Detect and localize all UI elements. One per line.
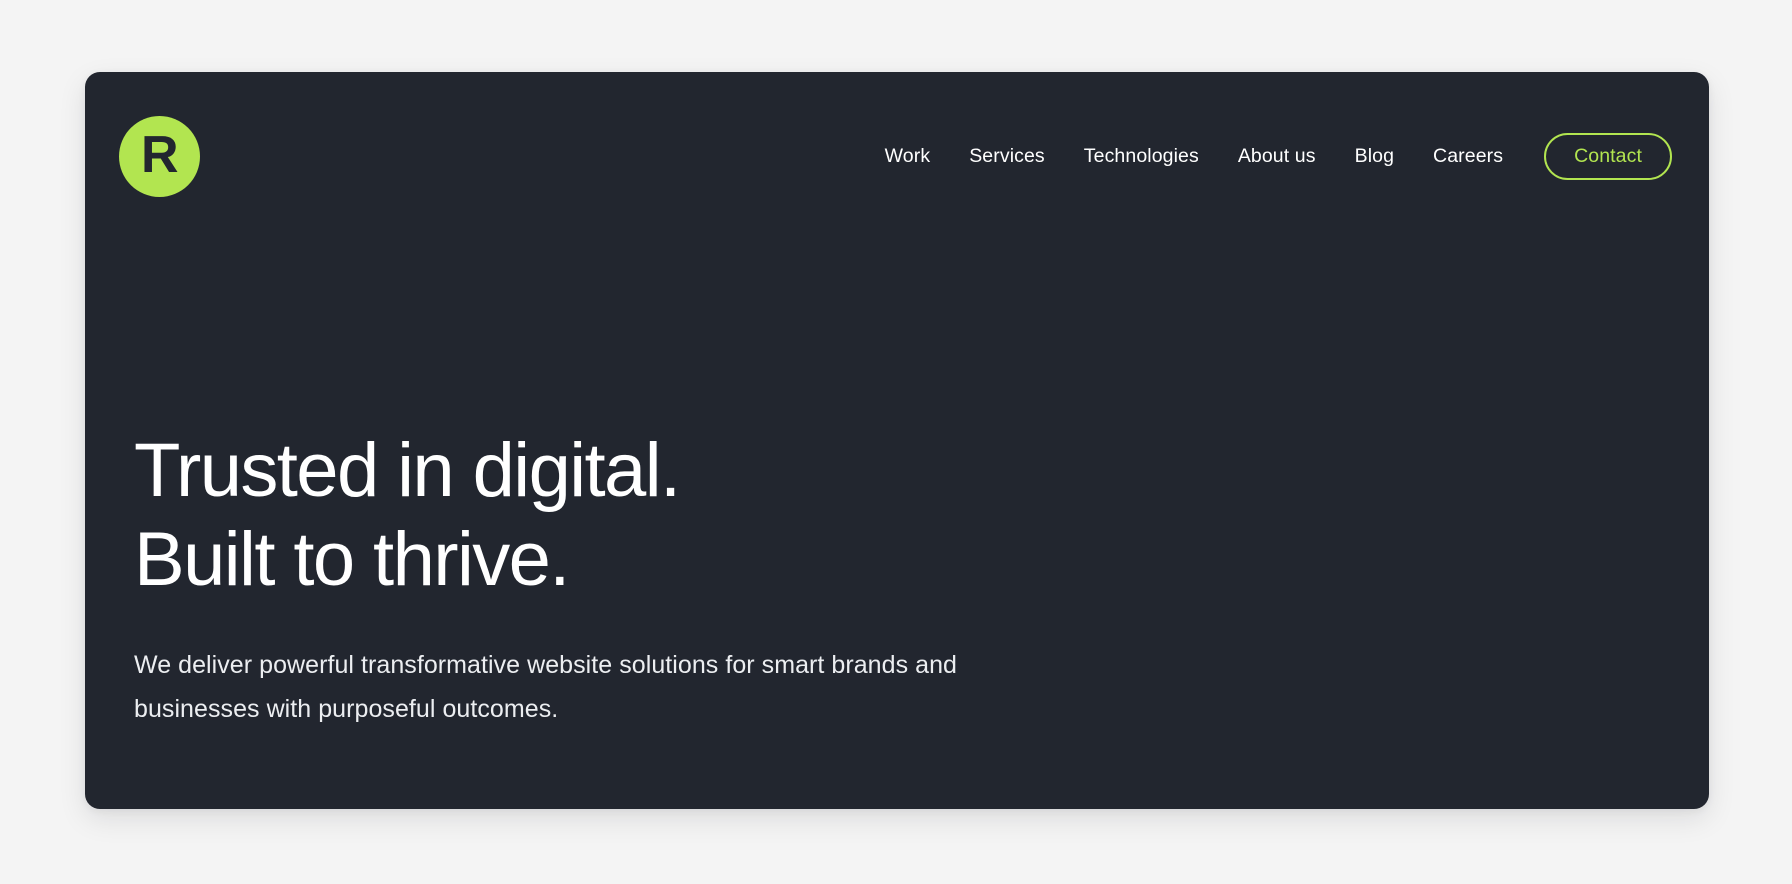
site-header: R Work Services Technologies About us Bl…: [85, 72, 1709, 240]
main-nav: Work Services Technologies About us Blog…: [885, 132, 1672, 180]
nav-item-blog[interactable]: Blog: [1355, 137, 1394, 176]
hero-title-line-1: Trusted in digital.: [134, 428, 681, 513]
page-root: R Work Services Technologies About us Bl…: [0, 0, 1792, 884]
contact-button[interactable]: Contact: [1544, 132, 1672, 180]
nav-item-careers[interactable]: Careers: [1433, 137, 1503, 176]
nav-item-services[interactable]: Services: [969, 137, 1045, 176]
brand-logo-letter: R: [140, 126, 179, 184]
hero-card: R Work Services Technologies About us Bl…: [85, 72, 1709, 809]
hero-content: Trusted in digital. Built to thrive. We …: [134, 427, 1234, 732]
hero-subtitle-line-1: We deliver powerful transformative websi…: [134, 650, 957, 679]
nav-item-about-us[interactable]: About us: [1238, 137, 1316, 176]
nav-item-technologies[interactable]: Technologies: [1084, 137, 1199, 176]
hero-title: Trusted in digital. Built to thrive.: [134, 427, 1234, 605]
hero-title-line-2: Built to thrive.: [134, 516, 570, 602]
hero-subtitle: We deliver powerful transformative websi…: [134, 643, 1174, 732]
hero-subtitle-line-2: businesses with purposeful outcomes.: [134, 695, 559, 724]
brand-logo[interactable]: R: [119, 115, 200, 197]
nav-item-work[interactable]: Work: [885, 137, 931, 176]
